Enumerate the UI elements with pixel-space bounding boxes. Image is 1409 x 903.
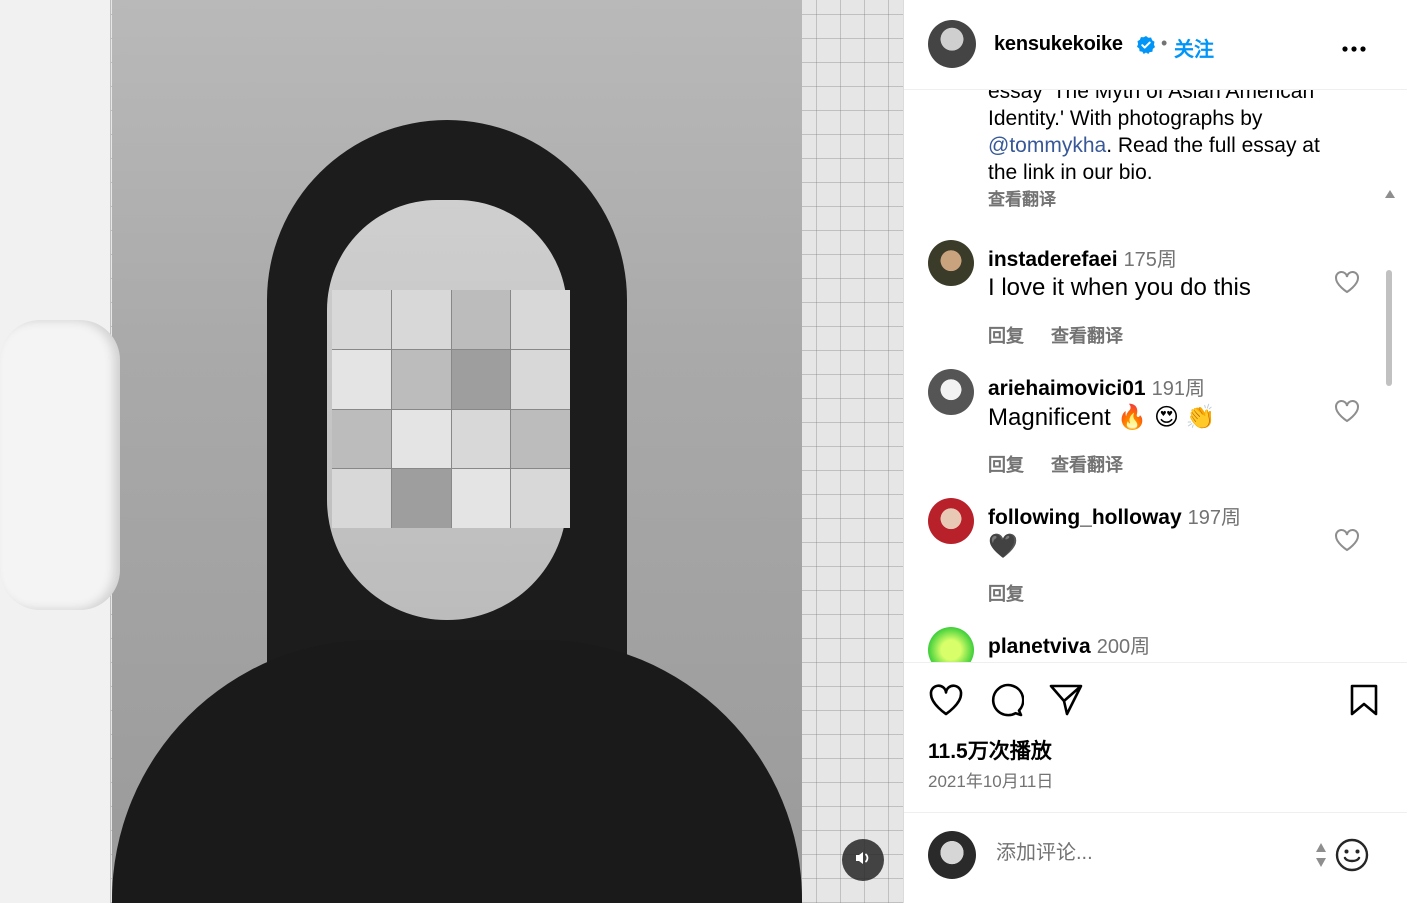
comment-username-row: following_holloway 197周 <box>988 506 1242 529</box>
post-header: kensukekoike • 关注 <box>904 0 1407 90</box>
rearranged-face-tiles <box>332 290 570 528</box>
comment-avatar[interactable] <box>928 627 974 662</box>
white-glove-hand <box>0 320 120 610</box>
comments-scrollbar[interactable] <box>1382 186 1396 662</box>
post-action-bar: 11.5万次播放 2021年10月11日 <box>904 662 1407 812</box>
reply-button[interactable]: 回复 <box>988 326 1024 346</box>
post-caption: essay 'The Myth of Asian American Identi… <box>988 90 1358 213</box>
post-media[interactable] <box>0 0 903 903</box>
post-date[interactable]: 2021年10月11日 <box>928 767 1053 792</box>
header-separator: • <box>1161 33 1168 53</box>
follow-button[interactable]: 关注 <box>1174 33 1214 62</box>
scroll-thumb[interactable] <box>1386 270 1392 386</box>
bookmark-icon[interactable] <box>1348 683 1380 722</box>
resize-handle-icon[interactable] <box>1314 841 1328 874</box>
mute-button[interactable] <box>842 839 884 881</box>
comment-item: planetviva 200周 <box>904 627 1407 662</box>
more-options-icon[interactable] <box>1341 40 1367 58</box>
caption-line: essay 'The Myth of Asian American <box>988 90 1315 103</box>
comment-actions: 回复 查看翻译 <box>988 322 1145 348</box>
comment-time: 200周 <box>1096 636 1151 658</box>
comment-text: Magnificent 🔥 😍 👏 <box>988 404 1216 431</box>
comment-text: 🖤 <box>988 533 1018 560</box>
comment-actions: 回复 <box>988 580 1046 606</box>
comment-username-row: ariehaimovici01 191周 <box>988 377 1205 400</box>
share-icon[interactable] <box>1048 683 1084 722</box>
comment-username-row: instaderefaei 175周 <box>988 248 1177 271</box>
comment-time: 197周 <box>1187 507 1242 529</box>
comment-icon[interactable] <box>988 683 1025 722</box>
reply-button[interactable]: 回复 <box>988 455 1024 475</box>
verified-icon <box>1136 35 1156 60</box>
comment-avatar[interactable] <box>928 498 974 544</box>
comments-list[interactable]: essay 'The Myth of Asian American Identi… <box>904 90 1407 662</box>
heart-icon[interactable] <box>928 683 964 722</box>
comment-heart-icon[interactable] <box>1334 399 1360 428</box>
see-translation-button[interactable]: 查看翻译 <box>1051 326 1123 346</box>
comment-input[interactable] <box>994 841 1298 866</box>
caption-line: @tommykha. Read the full essay at <box>988 134 1320 157</box>
author-avatar[interactable] <box>928 20 976 68</box>
comment-username-row: planetviva 200周 <box>988 635 1151 658</box>
comment-item: instaderefaei 175周 I love it when you do … <box>904 240 1407 370</box>
comment-item: following_holloway 197周 🖤 回复 <box>904 498 1407 628</box>
sweater-shape <box>112 640 802 903</box>
comment-actions: 回复 查看翻译 <box>988 451 1145 477</box>
comment-time: 175周 <box>1123 249 1177 271</box>
portrait-photo <box>112 0 802 903</box>
caption-line: Identity.' With photographs by <box>988 107 1263 130</box>
comment-avatar[interactable] <box>928 240 974 286</box>
comment-item: ariehaimovici01 191周 Magnificent 🔥 😍 👏 回复… <box>904 369 1407 499</box>
reply-button[interactable]: 回复 <box>988 584 1024 604</box>
speaker-icon <box>853 848 873 873</box>
comment-heart-icon[interactable] <box>1334 270 1360 299</box>
add-comment-bar <box>904 812 1407 903</box>
scroll-up-arrow-icon[interactable] <box>1384 186 1396 204</box>
comment-time: 191周 <box>1151 378 1205 400</box>
current-user-avatar <box>928 831 976 879</box>
see-translation-button[interactable]: 查看翻译 <box>1051 455 1123 475</box>
view-count[interactable]: 11.5万次播放 <box>928 735 1052 765</box>
caption-see-translation[interactable]: 查看翻译 <box>988 186 1358 213</box>
comment-avatar[interactable] <box>928 369 974 415</box>
post-detail-panel: kensukekoike • 关注 essay 'The Myth of Asi… <box>903 0 1407 903</box>
comment-text: I love it when you do this <box>988 274 1251 301</box>
caption-line: the link in our bio. <box>988 161 1153 184</box>
emoji-icon[interactable] <box>1334 837 1370 878</box>
mention-link[interactable]: @tommykha <box>988 134 1106 157</box>
author-username[interactable]: kensukekoike <box>994 33 1123 56</box>
comment-heart-icon[interactable] <box>1334 528 1360 557</box>
